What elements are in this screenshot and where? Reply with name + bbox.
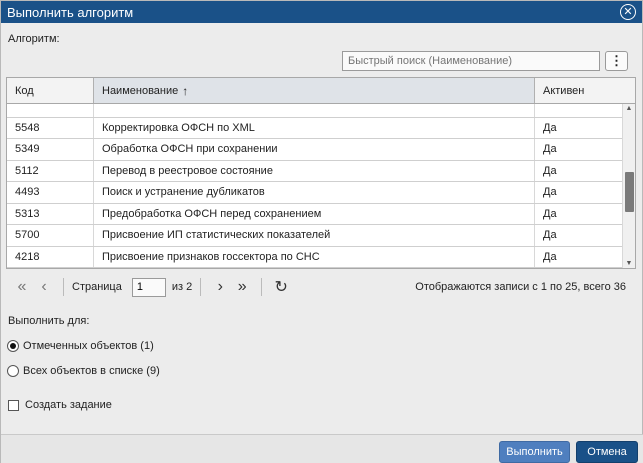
scroll-down-icon[interactable]: ▼ bbox=[623, 259, 635, 268]
column-header-active-label: Активен bbox=[543, 84, 585, 97]
create-task-checkbox-row[interactable]: Создать задание bbox=[8, 399, 112, 411]
table-row[interactable]: 5112 Перевод в реестровое состояние Да bbox=[7, 160, 623, 182]
table-row[interactable] bbox=[7, 268, 623, 269]
table-row[interactable]: 4493 Поиск и устранение дубликатов Да bbox=[7, 182, 623, 204]
column-header-code-label: Код bbox=[15, 84, 34, 97]
table-row[interactable]: 5349 Обработка ОФСН при сохранении Да bbox=[7, 139, 623, 161]
dialog-title: Выполнить алгоритм bbox=[7, 4, 134, 20]
radio-button-unchecked[interactable] bbox=[7, 365, 19, 377]
cell-code bbox=[7, 268, 94, 269]
create-task-label: Создать задание bbox=[25, 399, 112, 411]
pager-divider bbox=[261, 278, 263, 296]
radio-all-objects-label: Всех объектов в списке (9) bbox=[23, 365, 160, 377]
radio-all-objects[interactable]: Всех объектов в списке (9) bbox=[7, 365, 160, 377]
next-page-icon[interactable]: › bbox=[209, 278, 231, 296]
execute-button[interactable]: Выполнить bbox=[499, 441, 570, 463]
radio-marked-objects[interactable]: Отмеченных объектов (1) bbox=[7, 340, 154, 352]
cell-active bbox=[535, 268, 623, 269]
cell-active: Да bbox=[543, 164, 557, 177]
radio-marked-objects-label: Отмеченных объектов (1) bbox=[23, 340, 154, 352]
vertical-scrollbar[interactable]: ▲ ▼ bbox=[622, 104, 635, 268]
cell-active: Да bbox=[543, 186, 557, 199]
table-row[interactable] bbox=[7, 104, 623, 118]
cell-active: Да bbox=[543, 207, 557, 220]
first-page-icon[interactable]: « bbox=[11, 278, 33, 296]
quick-search-input[interactable] bbox=[342, 51, 600, 71]
column-header-name[interactable]: Наименование ↑ bbox=[94, 78, 535, 103]
table-row[interactable]: 5313 Предобработка ОФСН перед сохранение… bbox=[7, 203, 623, 225]
last-page-icon[interactable]: » bbox=[231, 278, 253, 296]
cell-active: Да bbox=[543, 250, 557, 263]
table-body: 5548 Корректировка ОФСН по XML Да 5349 О… bbox=[7, 104, 635, 269]
page-label: Страница bbox=[72, 281, 122, 293]
cell-name: Поиск и устранение дубликатов bbox=[94, 182, 535, 203]
page-count-label: из 2 bbox=[171, 281, 193, 293]
table-row[interactable]: 4218 Присвоение признаков госсектора по … bbox=[7, 246, 623, 268]
cancel-button[interactable]: Отмена bbox=[576, 441, 638, 463]
cell-name bbox=[94, 104, 535, 117]
cell-code: 4218 bbox=[7, 246, 94, 267]
execute-algorithm-dialog: Выполнить алгоритм ✕ Алгоритм: ⋮ Код Наи… bbox=[0, 0, 643, 463]
cell-name: Присвоение признаков госсектора по СНС bbox=[94, 246, 535, 267]
cell-active: Да bbox=[543, 121, 557, 134]
cell-code: 4493 bbox=[7, 182, 94, 203]
close-icon[interactable]: ✕ bbox=[620, 4, 636, 20]
cell-name: Обработка ОФСН при сохранении bbox=[94, 139, 535, 160]
column-header-active[interactable]: Активен bbox=[535, 78, 635, 103]
radio-button-checked[interactable] bbox=[7, 340, 19, 352]
scroll-thumb[interactable] bbox=[625, 172, 634, 212]
cell-active: Да bbox=[543, 229, 557, 242]
page-number-input[interactable] bbox=[131, 277, 166, 297]
cell-code: 5349 bbox=[7, 139, 94, 160]
records-info: Отображаются записи с 1 по 25, всего 36 bbox=[415, 281, 626, 293]
pager-divider bbox=[200, 278, 202, 296]
previous-page-icon[interactable]: ‹ bbox=[33, 278, 55, 296]
cell-code: 5112 bbox=[7, 160, 94, 181]
refresh-icon[interactable]: ↻ bbox=[270, 277, 292, 297]
cell-active: Да bbox=[543, 143, 557, 156]
cell-active bbox=[535, 104, 623, 117]
table-row[interactable]: 5548 Корректировка ОФСН по XML Да bbox=[7, 117, 623, 139]
column-header-name-label: Наименование bbox=[102, 84, 179, 97]
more-options-icon[interactable]: ⋮ bbox=[605, 51, 628, 71]
cell-code: 5313 bbox=[7, 203, 94, 224]
cell-name: Предобработка ОФСН перед сохранением bbox=[94, 203, 535, 224]
table-header: Код Наименование ↑ Активен bbox=[7, 78, 635, 104]
table-row[interactable]: 5700 Присвоение ИП статистических показа… bbox=[7, 225, 623, 247]
cell-code: 5548 bbox=[7, 117, 94, 138]
algorithm-label: Алгоритм: bbox=[8, 33, 60, 45]
pager-divider bbox=[63, 278, 64, 296]
cell-code: 5700 bbox=[7, 225, 94, 246]
execute-for-label: Выполнить для: bbox=[8, 315, 90, 327]
dialog-footer: Выполнить Отмена bbox=[1, 434, 643, 463]
cell-name bbox=[94, 268, 535, 269]
dialog-titlebar: Выполнить алгоритм ✕ bbox=[1, 1, 642, 23]
cell-code bbox=[7, 104, 94, 117]
cell-name: Присвоение ИП статистических показателей bbox=[94, 225, 535, 246]
pagination-bar: « ‹ Страница из 2 › » ↻ Отображаются зап… bbox=[11, 275, 631, 299]
scroll-up-icon[interactable]: ▲ bbox=[623, 104, 635, 114]
cell-name: Корректировка ОФСН по XML bbox=[94, 117, 535, 138]
sort-ascending-icon: ↑ bbox=[182, 83, 189, 98]
column-header-code[interactable]: Код bbox=[7, 78, 94, 103]
create-task-checkbox[interactable] bbox=[8, 399, 19, 411]
cell-name: Перевод в реестровое состояние bbox=[94, 160, 535, 181]
algorithm-table: Код Наименование ↑ Активен 5548 Корректи… bbox=[6, 77, 636, 269]
